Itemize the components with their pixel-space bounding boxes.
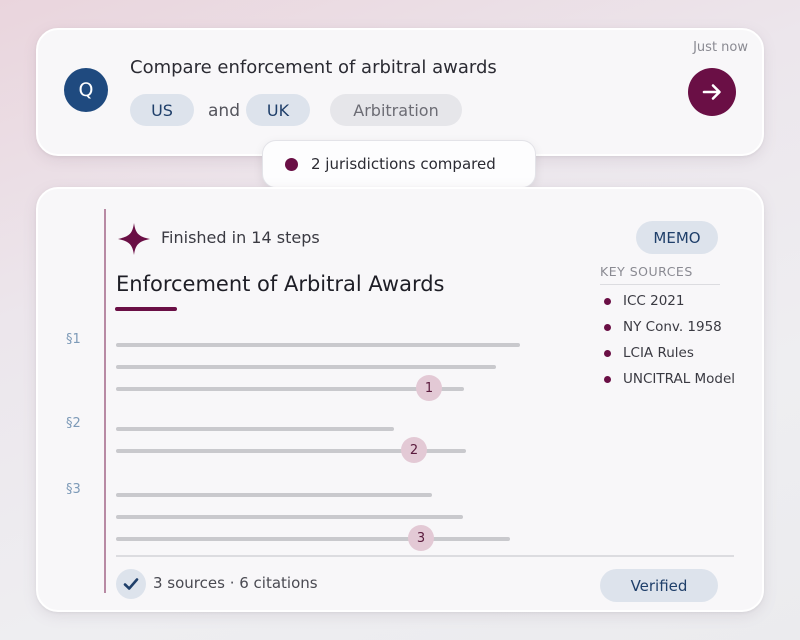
citation-marker-3[interactable]: 3 (408, 525, 434, 551)
document-title: Enforcement of Arbitral Awards (116, 272, 445, 296)
key-source-label: LCIA Rules (623, 345, 694, 361)
arrow-right-icon (702, 84, 721, 100)
text-line (116, 343, 520, 347)
send-button[interactable] (688, 68, 736, 116)
footer-divider (116, 555, 734, 557)
bullet-icon (604, 349, 611, 357)
status-text: 2 jurisdictions compared (311, 155, 496, 173)
bullet-icon (604, 375, 611, 383)
query-text: Compare enforcement of arbitral awards (130, 57, 497, 78)
timeline-rail (104, 209, 106, 593)
section-label-2: §2 (66, 416, 81, 431)
bullet-icon (604, 323, 611, 331)
citation-marker-2[interactable]: 2 (401, 437, 427, 463)
verified-badge[interactable]: Verified (600, 569, 718, 602)
query-avatar: Q (64, 68, 108, 112)
title-underline (115, 307, 177, 311)
bullet-icon (604, 297, 611, 305)
citation-marker-1[interactable]: 1 (416, 375, 442, 401)
jurisdiction-chip-us[interactable]: US (130, 94, 194, 126)
key-source-label: ICC 2021 (623, 293, 685, 309)
sources-summary: 3 sources · 6 citations (153, 574, 318, 592)
status-pill: 2 jurisdictions compared (262, 140, 536, 188)
key-source-item[interactable]: NY Conv. 1958 (604, 319, 722, 335)
text-line (116, 387, 464, 391)
section-label-1: §1 (66, 332, 81, 347)
key-sources-divider (600, 284, 720, 285)
key-source-item[interactable]: ICC 2021 (604, 293, 684, 309)
section-label-3: §3 (66, 482, 81, 497)
text-line (116, 427, 394, 431)
query-card: Q Compare enforcement of arbitral awards… (36, 28, 764, 156)
key-source-label: UNCITRAL Model (623, 371, 736, 387)
text-line (116, 493, 432, 497)
key-source-label: NY Conv. 1958 (623, 319, 722, 335)
memo-badge[interactable]: MEMO (636, 221, 718, 254)
text-line (116, 365, 496, 369)
key-source-item[interactable]: UNCITRAL Model (604, 371, 735, 387)
sparkle-icon (118, 223, 150, 255)
steps-status: Finished in 14 steps (161, 228, 320, 247)
memo-card: Finished in 14 steps MEMO Enforcement of… (36, 187, 764, 612)
text-line (116, 515, 463, 519)
text-line (116, 537, 510, 541)
jurisdiction-chip-uk[interactable]: UK (246, 94, 310, 126)
key-sources-heading: KEY SOURCES (600, 264, 693, 279)
key-source-item[interactable]: LCIA Rules (604, 345, 694, 361)
practice-area-chip[interactable]: Arbitration (330, 94, 462, 126)
check-icon (116, 569, 146, 599)
joiner-text: and (208, 101, 240, 121)
timestamp: Just now (693, 40, 748, 55)
status-dot (285, 157, 298, 171)
